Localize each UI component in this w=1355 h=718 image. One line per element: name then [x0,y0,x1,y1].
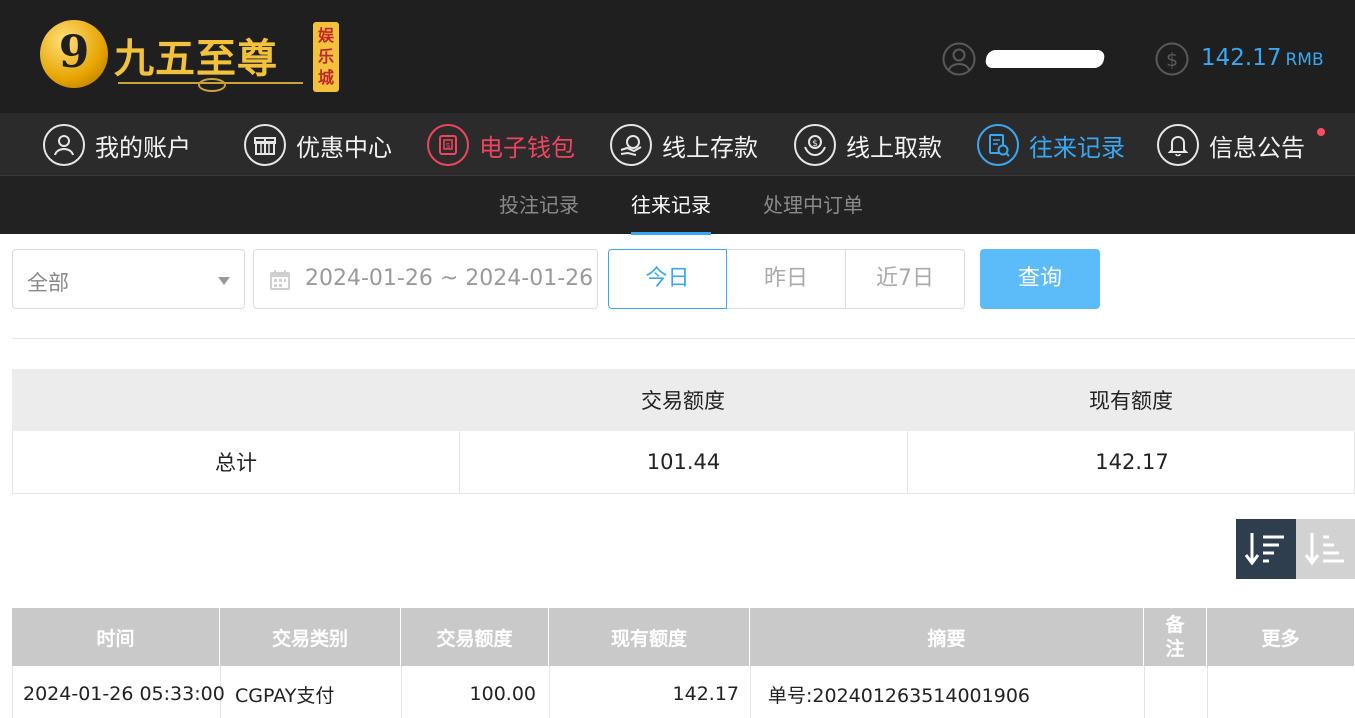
nav-label: 信息公告 [1209,133,1305,162]
type-select[interactable]: 全部 [12,249,245,309]
nav-online-deposit[interactable]: 线上存款 [610,124,758,166]
gift-icon [244,124,286,166]
tab-pending-orders[interactable]: 处理中订单 [763,176,863,235]
cell-type: CGPAY支付 [221,666,402,718]
tab-transaction-records[interactable]: 往来记录 [631,176,711,235]
quick-7days-button[interactable]: 近7日 [846,249,965,309]
balance-currency: RMB [1285,50,1324,70]
summary-header-cell: 现有额度 [1089,389,1173,413]
sort-descending-icon [1244,533,1284,566]
top-header: 9 九五至尊 娱乐城 $ 142.17 RMB [0,0,1355,113]
records-table: 时间 交易类别 交易额度 现有额度 摘要 备注 更多 2024-01-26 05… [12,608,1355,718]
type-select-value: 全部 [27,271,69,295]
nav-label: 线上取款 [846,133,942,162]
column-header-type[interactable]: 交易类别 [220,608,401,666]
svg-text:$: $ [812,139,818,149]
cell-time: 2024-01-26 05:33:00 [13,666,225,718]
user-icon [942,42,976,76]
cell-balance: 142.17 [550,666,751,718]
divider [12,338,1355,339]
quick-today-button[interactable]: 今日 [608,249,727,309]
date-range-input[interactable]: 2024-01-26 ~ 2024-01-26 [253,249,598,309]
chevron-down-icon [218,277,230,285]
cell-amount: 100.00 [402,666,550,718]
nav-promotions[interactable]: 优惠中心 [244,124,392,166]
logo-mark: 9 [40,20,108,88]
query-button[interactable]: 查询 [980,249,1100,309]
nav-label: 我的账户 [95,133,191,162]
nav-label: 优惠中心 [296,133,392,162]
bell-icon [1157,124,1199,166]
cell-more[interactable] [1208,666,1355,718]
summary-transaction-amount: 101.44 [460,431,908,493]
sort-ascending-button[interactable] [1296,519,1355,579]
column-header-balance[interactable]: 现有额度 [549,608,750,666]
nav-announcements[interactable]: 信息公告 [1157,124,1305,166]
summary-total-label: 总计 [13,431,460,493]
dollar-icon: $ [1155,42,1189,76]
column-header-more[interactable]: 更多 [1207,608,1355,666]
logo-ornament [118,78,303,92]
username-redacted [984,50,1106,68]
summary-header: 交易额度 现有额度 [12,369,1355,431]
wallet-icon: $ [427,124,469,166]
column-header-summary[interactable]: 摘要 [750,608,1144,666]
records-icon [977,124,1019,166]
calendar-icon [270,270,290,290]
quick-yesterday-button[interactable]: 昨日 [727,249,846,309]
nav-label: 线上存款 [662,133,758,162]
column-header-remark[interactable]: 备注 [1144,608,1207,666]
svg-text:$: $ [445,141,450,150]
table-row[interactable]: 2024-01-26 05:33:00 CGPAY支付 100.00 142.1… [12,666,1355,718]
logo-badge: 娱乐城 [313,22,339,92]
cell-remark [1145,666,1208,718]
main-nav: 我的账户 优惠中心 $ 电子钱包 线上存款 $ 线上取款 往来记录 信息公告 [0,113,1355,175]
deposit-icon [610,124,652,166]
svg-text:$: $ [1166,49,1178,71]
nav-e-wallet[interactable]: $ 电子钱包 [427,124,575,166]
nav-label: 往来记录 [1029,133,1125,162]
column-header-amount[interactable]: 交易额度 [401,608,549,666]
summary-table: 交易额度 现有额度 总计 101.44 142.17 [12,369,1355,494]
user-icon [43,124,85,166]
sort-descending-button[interactable] [1236,519,1296,579]
balance-value: 142.17 RMB [1201,45,1324,71]
balance-amount: 142.17 [1201,45,1282,71]
nav-online-withdraw[interactable]: $ 线上取款 [794,124,942,166]
nav-my-account[interactable]: 我的账户 [43,124,191,166]
site-logo[interactable]: 9 九五至尊 娱乐城 [40,18,350,96]
nav-transaction-records[interactable]: 往来记录 [977,124,1125,166]
nav-label: 电子钱包 [479,133,575,162]
sub-nav: 投注记录 往来记录 处理中订单 [0,175,1355,235]
summary-current-balance: 142.17 [1095,450,1169,474]
summary-header-cell: 交易额度 [641,389,725,413]
remark-header-text: 备注 [1165,614,1185,660]
records-header: 时间 交易类别 交易额度 现有额度 摘要 备注 更多 [12,608,1355,666]
sort-ascending-icon [1304,533,1344,566]
summary-header-cell [12,369,459,431]
date-range-value: 2024-01-26 ~ 2024-01-26 [305,266,594,291]
withdraw-icon: $ [794,124,836,166]
summary-row: 总计 101.44 142.17 [12,431,1355,494]
tab-bet-records[interactable]: 投注记录 [499,176,579,235]
column-header-time[interactable]: 时间 [12,608,220,666]
logo-text: 九五至尊 [114,35,278,82]
cell-summary: 单号:202401263514001906 [751,666,1145,718]
notification-dot [1317,128,1325,136]
